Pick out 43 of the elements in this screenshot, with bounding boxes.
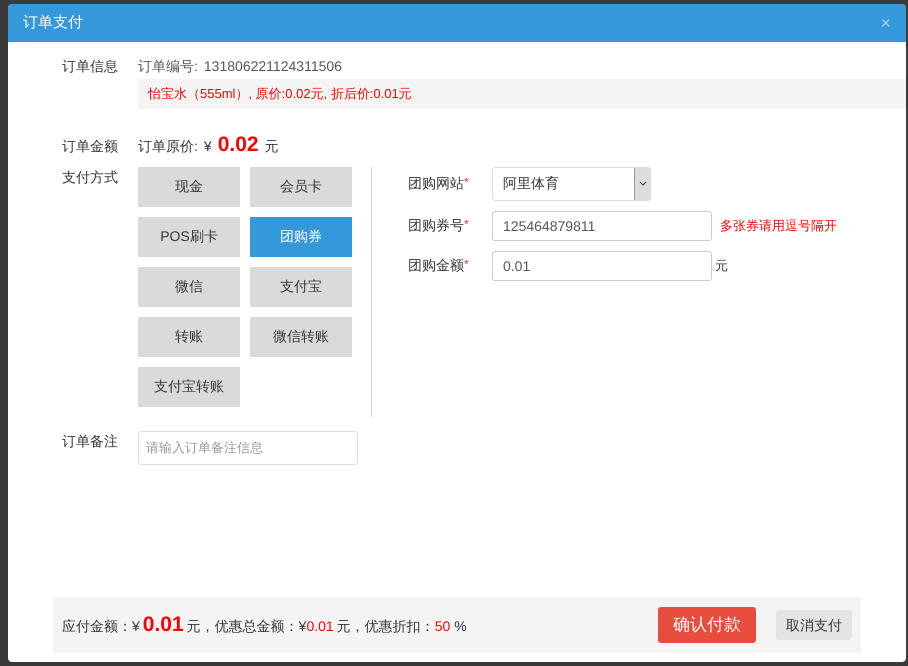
field-label: 团购金额 <box>408 256 464 275</box>
rate-label: 元，优惠折扣： <box>336 617 435 636</box>
field-label: 订单金额 <box>62 138 118 154</box>
discount-rate: 50 <box>434 617 450 636</box>
payment-method-button[interactable]: 微信转账 <box>250 316 352 356</box>
discount-amount: 0.01 <box>306 617 334 636</box>
percent-sign: % <box>454 617 467 636</box>
hint-text: 多张券请用逗号隔开 <box>720 216 837 235</box>
field-label: 团购网站 <box>408 174 464 193</box>
payable-amount: 0.01 <box>142 612 184 638</box>
payment-method-button[interactable]: 支付宝转账 <box>138 366 240 406</box>
payment-method-button[interactable]: 支付宝 <box>250 266 352 306</box>
dialog-title: 订单支付 <box>23 12 83 33</box>
order-number-label: 订单编号: <box>138 57 198 76</box>
payment-method-button[interactable]: 转账 <box>138 316 240 356</box>
payment-method-button[interactable]: POS刷卡 <box>138 216 240 256</box>
required-mark: * <box>464 256 469 273</box>
price-label: 订单原价: <box>138 137 198 156</box>
payment-method-button[interactable]: 微信 <box>138 266 240 306</box>
required-mark: * <box>464 174 469 191</box>
field-label: 订单信息 <box>62 58 118 74</box>
currency-sign: ¥ <box>204 137 212 156</box>
currency-sign: ¥ <box>298 617 306 636</box>
confirm-button[interactable]: 确认付款 <box>658 607 756 643</box>
remark-field[interactable]: 请输入订单备注信息 <box>138 430 358 464</box>
unit-label: 元 <box>715 256 728 275</box>
currency-sign: ¥ <box>132 617 140 636</box>
unit-label: 元 <box>264 137 279 156</box>
cancel-button[interactable]: 取消支付 <box>776 610 852 640</box>
site-select[interactable]: 阿里体育 <box>492 166 651 200</box>
order-number: 131806221124311506 <box>204 57 342 76</box>
payment-method-button[interactable]: 会员卡 <box>250 166 352 206</box>
input-field[interactable]: 0.01 <box>492 250 712 280</box>
chevron-down-icon <box>634 168 650 200</box>
field-label: 团购券号 <box>408 216 464 235</box>
field-label: 订单备注 <box>62 432 118 448</box>
payment-method-button[interactable]: 现金 <box>138 166 240 206</box>
required-mark: * <box>464 216 469 233</box>
field-label: 支付方式 <box>62 168 118 184</box>
order-amount: 0.02 <box>218 132 259 158</box>
discount-label: 元，优惠总金额： <box>186 617 299 636</box>
input-field[interactable]: 125464879811 <box>492 210 712 240</box>
payable-label: 应付金额： <box>62 617 132 636</box>
